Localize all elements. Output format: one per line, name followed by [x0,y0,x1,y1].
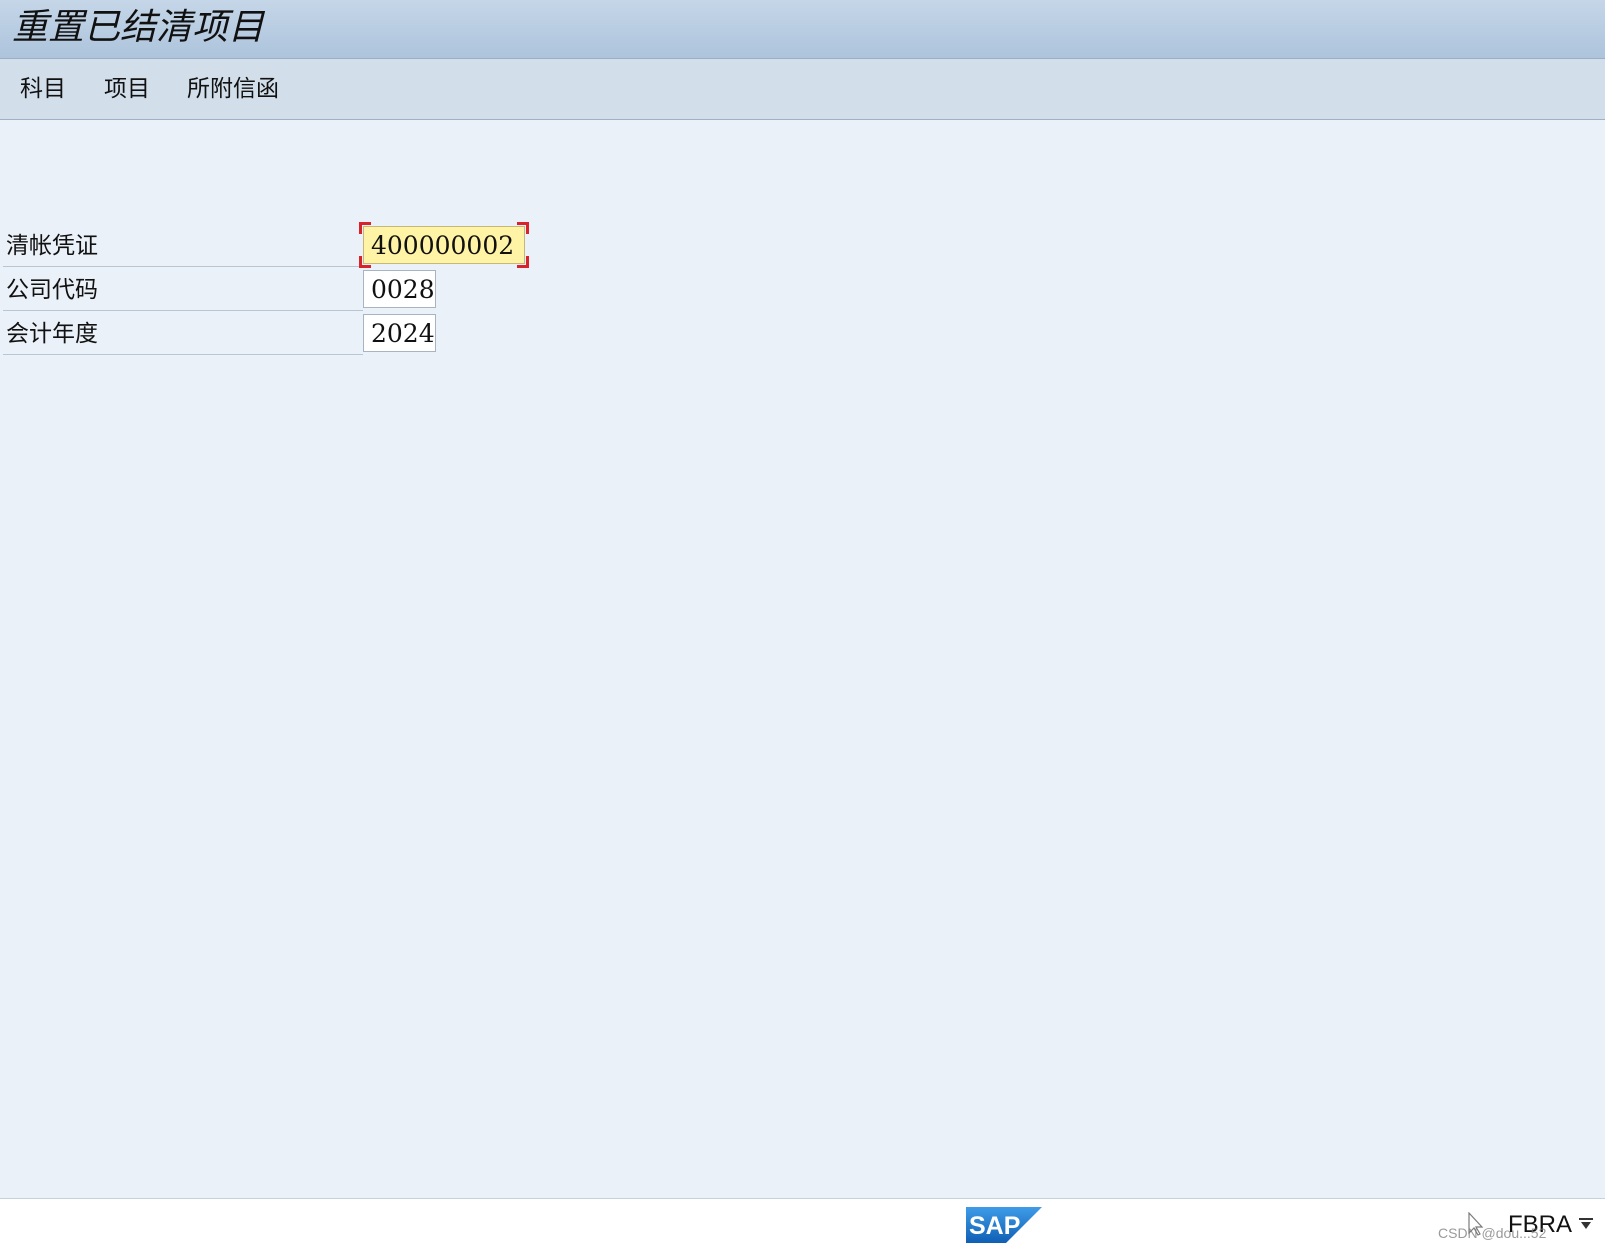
clearing-document-label: 清帐凭证 [6,233,98,259]
title-bar: 重置已结清项目 [0,0,1605,59]
menu-item-items[interactable]: 项目 [104,74,150,104]
menu-bar: 科目 项目 所附信函 [0,59,1605,120]
fiscal-year-input[interactable] [363,314,436,352]
form-row-clearing-document: 清帐凭证 [3,224,363,267]
sap-logo-text: SAP [969,1212,1020,1240]
menu-item-correspondence[interactable]: 所附信函 [187,74,279,104]
dropdown-icon[interactable] [1578,1217,1594,1231]
status-bar: SAP FBRA CSDN @dou...52 [0,1198,1605,1249]
clearing-document-input[interactable] [363,226,525,264]
sap-logo: SAP [966,1207,1042,1243]
form-row-company-code: 公司代码 [3,268,363,311]
company-code-input[interactable] [363,270,436,308]
company-code-label: 公司代码 [6,277,98,303]
watermark: CSDN @dou...52 [1438,1225,1547,1241]
menu-item-account[interactable]: 科目 [20,74,66,104]
fiscal-year-label: 会计年度 [6,321,98,347]
form-row-fiscal-year: 会计年度 [3,312,363,355]
page-title: 重置已结清项目 [12,7,265,48]
